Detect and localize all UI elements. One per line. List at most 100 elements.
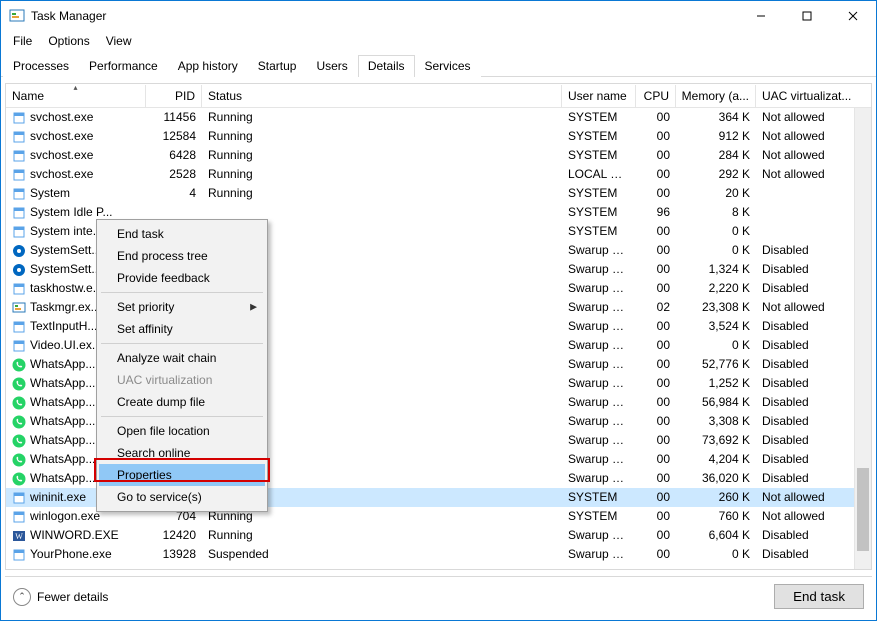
process-user: Swarup M... [562, 526, 636, 545]
table-row[interactable]: svchost.exe11456RunningSYSTEM00364 KNot … [6, 108, 871, 127]
scrollbar-thumb[interactable] [857, 468, 869, 551]
process-cpu: 00 [636, 355, 676, 374]
tab-app-history[interactable]: App history [168, 55, 248, 77]
process-cpu: 00 [636, 260, 676, 279]
process-memory: 1,252 K [676, 374, 756, 393]
process-user: Swarup M... [562, 374, 636, 393]
context-menu-end-process-tree[interactable]: End process tree [99, 245, 265, 267]
process-uac: Disabled [756, 241, 852, 260]
process-uac: Disabled [756, 317, 852, 336]
col-name[interactable]: ▴Name [6, 85, 146, 107]
col-cpu[interactable]: CPU [636, 85, 676, 107]
process-uac: Not allowed [756, 127, 852, 146]
process-uac: Disabled [756, 336, 852, 355]
process-icon [12, 301, 26, 315]
process-name: svchost.exe [30, 146, 93, 165]
process-pid: 6428 [146, 146, 202, 165]
menu-view[interactable]: View [98, 32, 140, 50]
process-memory: 0 K [676, 336, 756, 355]
context-menu-properties[interactable]: Properties [99, 464, 265, 486]
process-name: WhatsApp.... [30, 469, 99, 488]
menu-options[interactable]: Options [40, 32, 97, 50]
table-row[interactable]: svchost.exe2528RunningLOCAL SE...00292 K… [6, 165, 871, 184]
process-icon [12, 377, 26, 391]
context-menu-set-priority[interactable]: Set priority▶ [99, 296, 265, 318]
process-user: Swarup M... [562, 241, 636, 260]
process-user: SYSTEM [562, 108, 636, 127]
process-memory: 2,220 K [676, 279, 756, 298]
process-icon [12, 187, 26, 201]
process-memory: 0 K [676, 545, 756, 564]
col-status[interactable]: Status [202, 85, 562, 107]
process-pid: 2528 [146, 165, 202, 184]
menu-file[interactable]: File [5, 32, 40, 50]
col-memory[interactable]: Memory (a... [676, 85, 756, 107]
context-menu-separator [101, 343, 263, 344]
process-uac: Disabled [756, 469, 852, 488]
context-menu-open-file-location[interactable]: Open file location [99, 420, 265, 442]
close-button[interactable] [830, 1, 876, 31]
col-uac[interactable]: UAC virtualizat... [756, 85, 852, 107]
context-menu-end-task[interactable]: End task [99, 223, 265, 245]
process-memory: 8 K [676, 203, 756, 222]
fewer-details-toggle[interactable]: ⌃ Fewer details [13, 588, 108, 606]
process-uac: Disabled [756, 412, 852, 431]
process-icon [12, 339, 26, 353]
process-memory: 52,776 K [676, 355, 756, 374]
vertical-scrollbar[interactable] [854, 108, 871, 569]
process-icon [12, 548, 26, 562]
process-name: Taskmgr.ex... [30, 298, 101, 317]
submenu-arrow-icon: ▶ [250, 302, 257, 313]
process-memory: 284 K [676, 146, 756, 165]
window-title: Task Manager [31, 9, 106, 23]
maximize-button[interactable] [784, 1, 830, 31]
process-name: YourPhone.exe [30, 545, 112, 564]
process-icon [12, 491, 26, 505]
titlebar: Task Manager [1, 1, 876, 31]
context-menu-set-affinity[interactable]: Set affinity [99, 318, 265, 340]
tab-processes[interactable]: Processes [3, 55, 79, 77]
process-user: SYSTEM [562, 203, 636, 222]
table-row[interactable]: YourPhone.exe13928SuspendedSwarup M...00… [6, 545, 871, 564]
context-menu-go-to-service-s-[interactable]: Go to service(s) [99, 486, 265, 508]
end-task-button[interactable]: End task [774, 584, 864, 609]
col-user[interactable]: User name [562, 85, 636, 107]
context-menu-analyze-wait-chain[interactable]: Analyze wait chain [99, 347, 265, 369]
tab-users[interactable]: Users [306, 55, 357, 77]
process-uac: Disabled [756, 260, 852, 279]
tab-performance[interactable]: Performance [79, 55, 168, 77]
process-cpu: 00 [636, 374, 676, 393]
process-uac [756, 184, 852, 203]
process-pid: 12584 [146, 127, 202, 146]
process-memory: 0 K [676, 222, 756, 241]
context-menu-provide-feedback[interactable]: Provide feedback [99, 267, 265, 289]
table-row[interactable]: svchost.exe6428RunningSYSTEM00284 KNot a… [6, 146, 871, 165]
context-menu-create-dump-file[interactable]: Create dump file [99, 391, 265, 413]
process-memory: 0 K [676, 241, 756, 260]
process-memory: 260 K [676, 488, 756, 507]
process-status: Running [202, 165, 562, 184]
table-row[interactable]: svchost.exe12584RunningSYSTEM00912 KNot … [6, 127, 871, 146]
context-menu-search-online[interactable]: Search online [99, 442, 265, 464]
tab-details[interactable]: Details [358, 55, 415, 77]
process-name: wininit.exe [30, 488, 86, 507]
process-memory: 6,604 K [676, 526, 756, 545]
col-pid[interactable]: PID [146, 85, 202, 107]
table-row[interactable]: WWINWORD.EXE12420RunningSwarup M...006,6… [6, 526, 871, 545]
process-pid: 12420 [146, 526, 202, 545]
tab-services[interactable]: Services [415, 55, 481, 77]
process-cpu: 00 [636, 412, 676, 431]
process-uac [756, 203, 852, 222]
minimize-button[interactable] [738, 1, 784, 31]
menubar: FileOptionsView [1, 31, 876, 51]
process-icon [12, 263, 26, 277]
process-uac: Disabled [756, 450, 852, 469]
process-pid: 4 [146, 184, 202, 203]
tab-startup[interactable]: Startup [248, 55, 307, 77]
process-name: taskhostw.e... [30, 279, 103, 298]
process-memory: 760 K [676, 507, 756, 526]
table-row[interactable]: System4RunningSYSTEM0020 K [6, 184, 871, 203]
context-menu-uac-virtualization: UAC virtualization [99, 369, 265, 391]
process-cpu: 00 [636, 526, 676, 545]
process-icon [12, 358, 26, 372]
